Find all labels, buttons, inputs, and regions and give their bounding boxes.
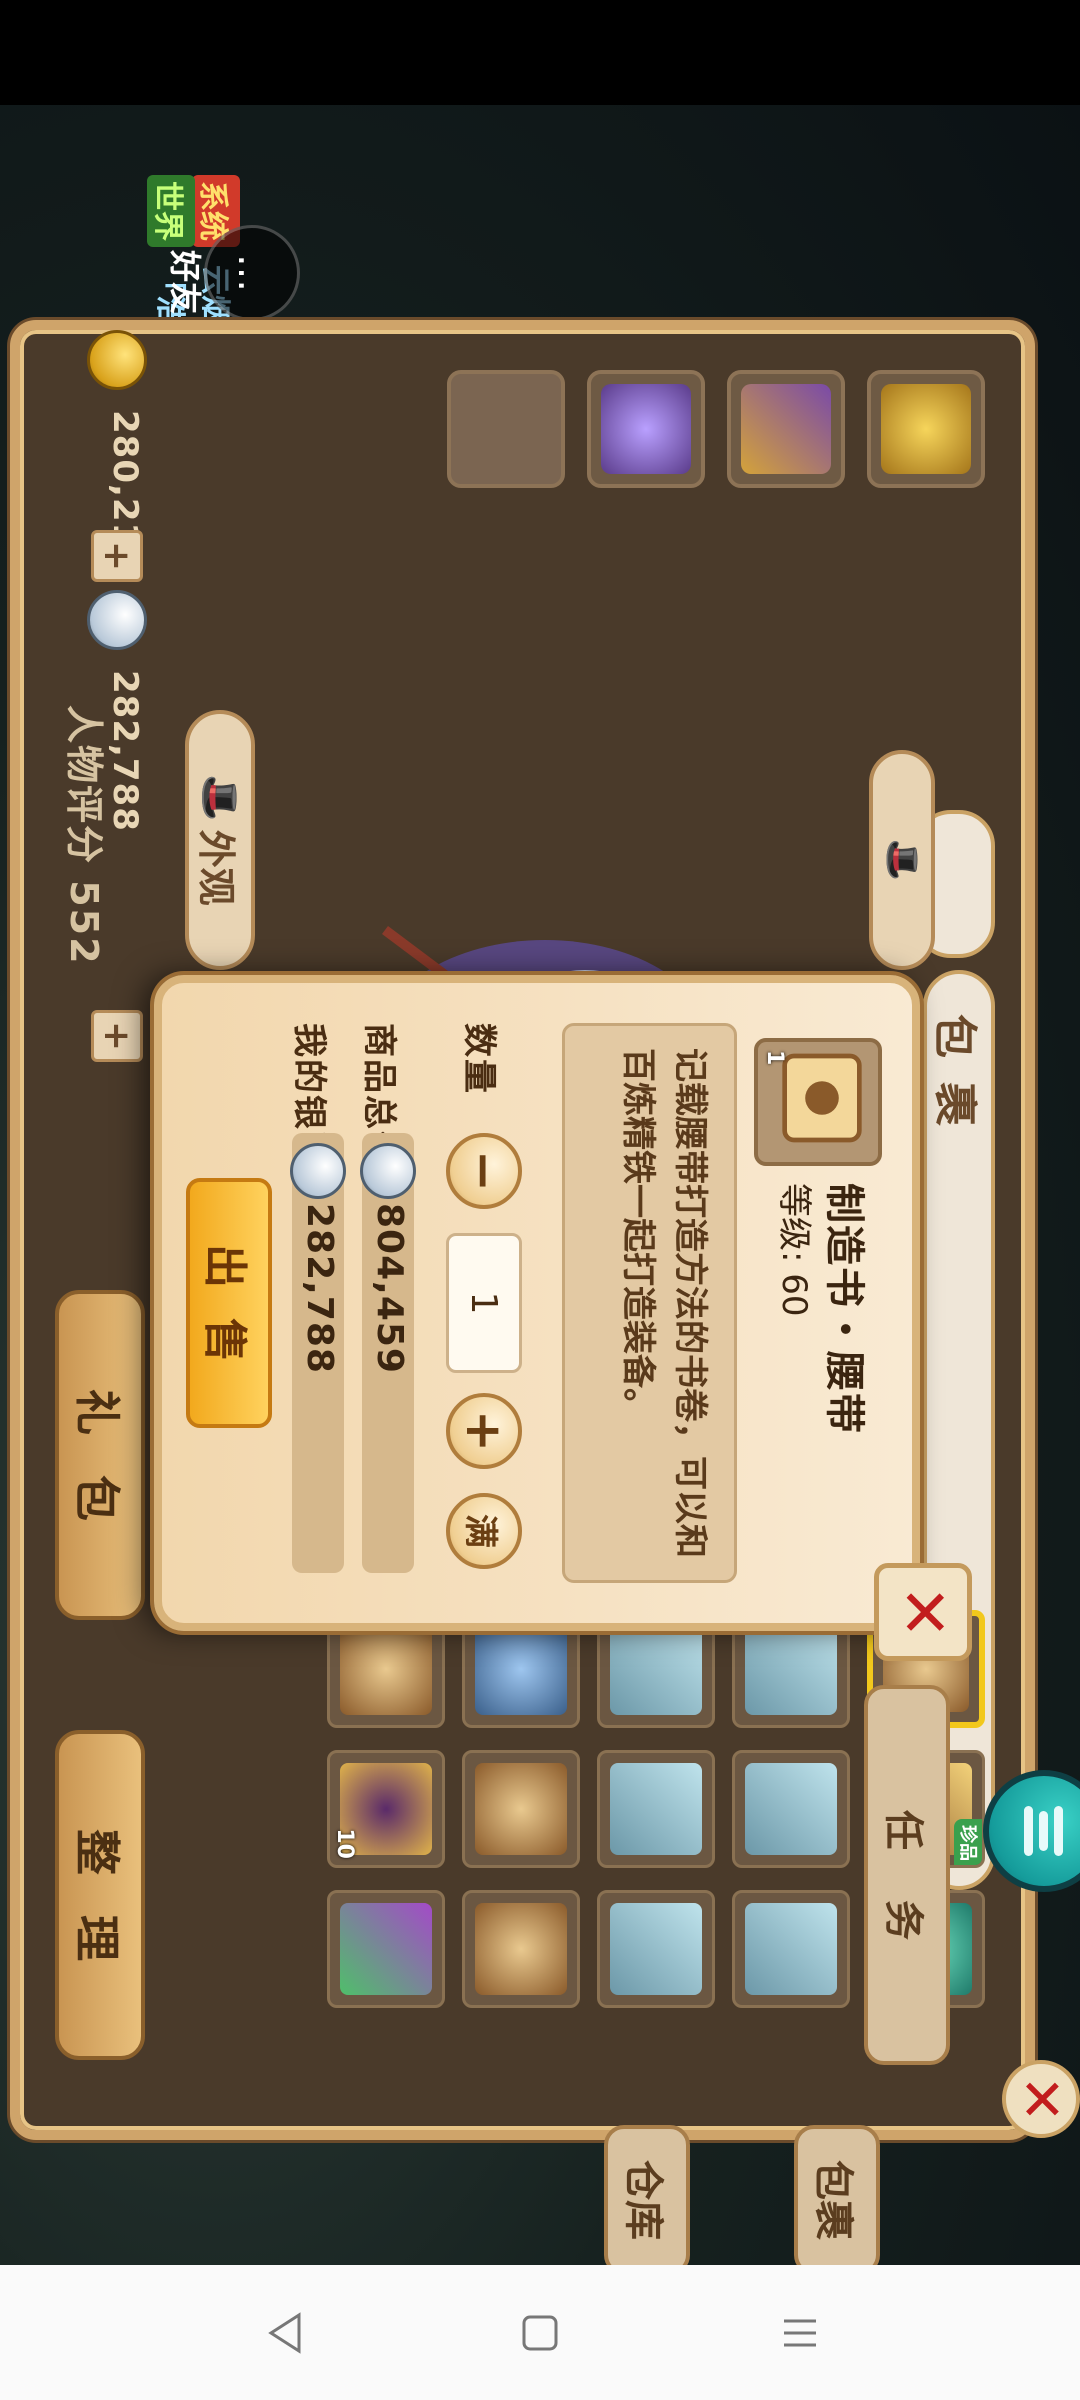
bag-icon [475,1623,567,1715]
sell-button[interactable]: 出售 [186,1178,272,1428]
inventory-slot[interactable] [462,1890,580,2008]
my-silver-value: 282,788 [299,1203,340,1374]
item-icon: 1 [754,1038,882,1166]
arrange-button[interactable]: 整理 [55,1730,145,2060]
plus-icon: + [455,1410,513,1452]
item-count: 10 [332,1828,357,1859]
new-badge: 珍品 [954,1819,984,1867]
menu-line [1054,1806,1064,1856]
close-icon: ✕ [886,1585,960,1639]
tab-bag[interactable]: 包裹 [794,2125,880,2275]
silver-coin-icon [290,1143,346,1199]
helmet-icon [881,384,971,474]
blueprint-icon [745,1623,837,1715]
friend-label: 好友 [166,250,204,315]
blueprint-icon [610,1903,702,1995]
world-tag: 世界 [147,175,195,247]
hat-icon: 🎩 [882,838,922,882]
equip-slot-helmet[interactable] [867,370,985,488]
game-canvas: 系统 世界 云烟 「浩公 … 好友 ✉ 邮 包裹 [0,105,1080,2275]
decrease-quantity-button[interactable]: − [446,1133,522,1209]
close-icon: ✕ [1008,2075,1074,2123]
chat-bubble-icon[interactable]: … [204,225,300,321]
character-score: 人物评分 552 [62,705,106,966]
menu-line [1024,1806,1034,1856]
appearance-button[interactable]: 🎩 外观 [185,710,255,970]
equip-slot-accessory[interactable] [587,370,705,488]
blueprint-icon [610,1623,702,1715]
scroll-icon [340,1623,432,1715]
tab-task[interactable]: 任务 [864,1685,950,2065]
bow-icon [741,384,831,474]
item-count: 1 [762,1050,787,1066]
inventory-slot[interactable] [732,1890,850,2008]
treasure-chest-icon [340,1903,432,1995]
appearance-label: 外观 [194,829,239,906]
back-icon [268,2311,301,2354]
silver-coin-icon [87,590,147,650]
total-price-value: 804,459 [369,1203,410,1374]
inventory-slot[interactable] [327,1890,445,2008]
item-name: 制造书・腰带 [821,1183,867,1435]
mount-button[interactable]: 🎩 [869,750,935,970]
back-button[interactable] [255,2305,315,2360]
dialog-close-button[interactable]: ✕ [874,1563,972,1661]
minus-icon: − [455,1150,513,1192]
inventory-slot[interactable] [732,1750,850,1868]
hat-icon: 🎩 [198,774,243,822]
inventory-slot[interactable]: 10 [327,1750,445,1868]
increase-quantity-button[interactable]: + [446,1393,522,1469]
home-icon [522,2315,558,2350]
scroll-icon [475,1763,567,1855]
equip-slot-empty[interactable] [447,370,565,488]
blueprint-icon [745,1903,837,1995]
item-description: 记载腰带打造方法的书卷，可以和百炼精铁一起打造装备。 [562,1023,737,1583]
inventory-slot[interactable] [597,1890,715,2008]
status-bar-area [0,0,1080,105]
item-level: 等级: 60 [774,1183,814,1317]
add-gold-button[interactable]: + [91,530,143,582]
max-quantity-button[interactable]: 满 [446,1493,522,1569]
inventory-slot[interactable] [462,1750,580,1868]
menu-line [1039,1811,1049,1851]
gift-button[interactable]: 礼包 [55,1290,145,1620]
mask-icon [601,384,691,474]
blueprint-icon [610,1763,702,1855]
sell-dialog: ✕ 1 制造书・腰带 等级: 60 记载腰带打造方法的书卷，可以和百炼精铁一起打… [154,975,972,1661]
inventory-slot[interactable] [597,1750,715,1868]
quantity-label: 数量 [459,1023,499,1095]
quantity-input[interactable]: 1 [446,1233,522,1373]
silver-coin-icon [360,1143,416,1199]
max-label: 满 [460,1514,501,1548]
navigation-bar [0,2265,1080,2400]
recents-button[interactable] [770,2305,830,2360]
scroll-icon [475,1903,567,1995]
panel-close-button[interactable]: ✕ [1002,2060,1080,2138]
gold-coin-icon [87,330,147,390]
menu-icon [784,2319,816,2346]
equip-slot-weapon[interactable] [727,370,845,488]
add-silver-button[interactable]: + [91,1010,143,1062]
home-button[interactable] [510,2305,570,2360]
blueprint-icon [745,1763,837,1855]
tab-warehouse[interactable]: 仓库 [604,2125,690,2275]
